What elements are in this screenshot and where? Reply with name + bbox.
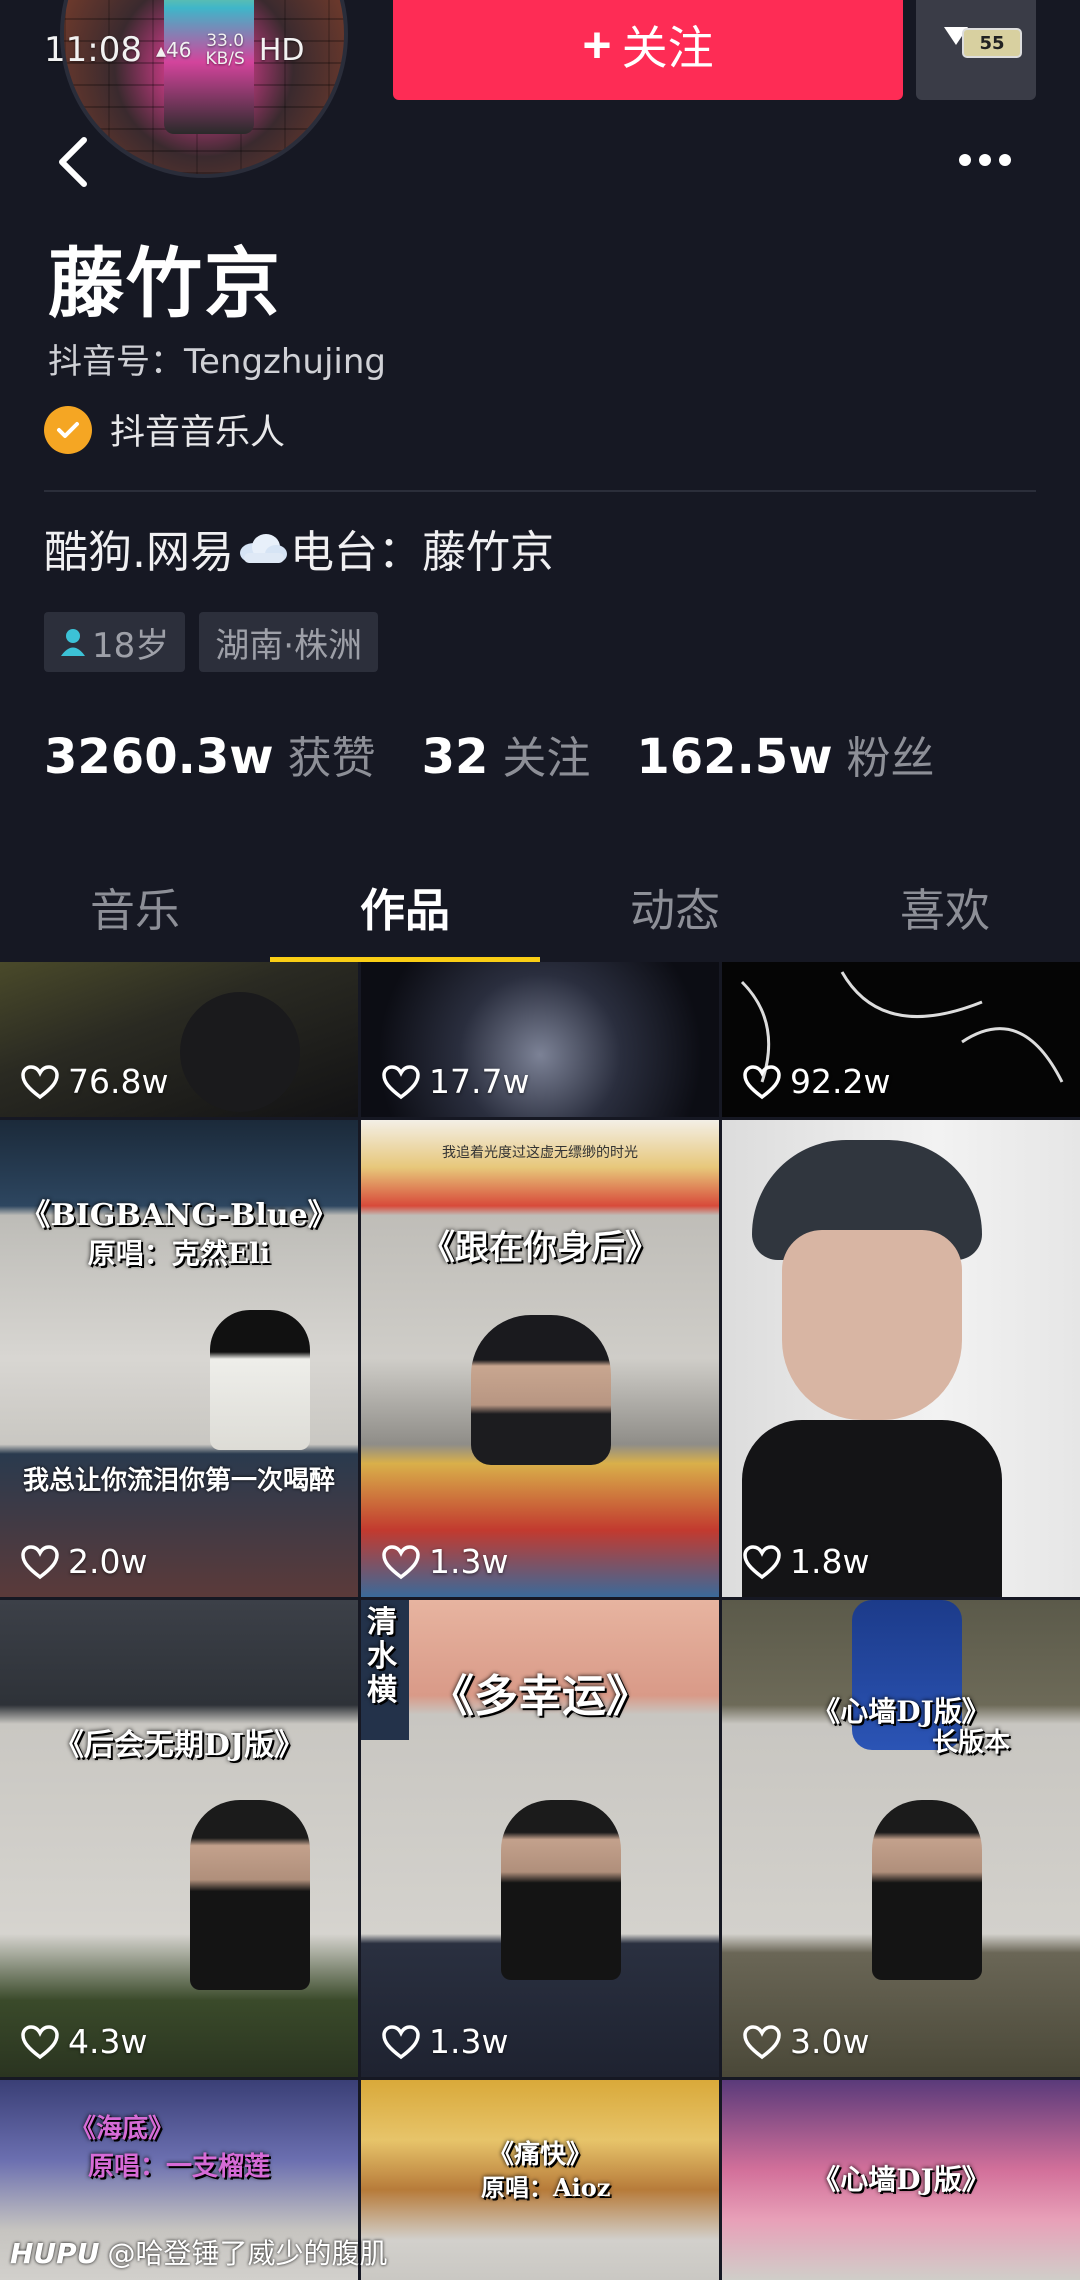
video-caption: 《跟在你身后》: [421, 1228, 659, 1268]
back-button[interactable]: [50, 132, 100, 192]
likes-count: 92.2w: [742, 1062, 890, 1101]
profile-name: 藤竹京: [48, 239, 282, 328]
profile-tags: 18岁 湖南·株洲: [44, 612, 379, 672]
heart-icon: [382, 2024, 420, 2059]
video-caption: 《后会无期DJ版》: [53, 1728, 305, 1763]
tab-music[interactable]: 音乐: [0, 850, 270, 962]
heart-icon: [743, 2024, 781, 2059]
video-caption: 原唱：一支榴莲: [87, 2152, 270, 2182]
video-caption: 《心墙DJ版》: [812, 2163, 990, 2196]
follow-button[interactable]: + 关注: [393, 0, 903, 100]
stat-following[interactable]: 32 关注: [422, 722, 591, 786]
heart-icon: [21, 2024, 59, 2059]
recommend-toggle-button[interactable]: 55: [916, 0, 1036, 100]
dot: [979, 154, 991, 166]
verification: 抖音音乐人: [44, 404, 285, 455]
video-thumbnail[interactable]: 《心墙DJ版》: [722, 2080, 1080, 2280]
likes-count: 4.3w: [20, 2022, 147, 2061]
heart-icon: [21, 1064, 59, 1099]
video-thumbnail[interactable]: 76.8w: [0, 962, 358, 1117]
bio: 酷狗.网易 电台：藤竹京: [44, 516, 554, 580]
age-label: 18岁: [92, 625, 170, 666]
location-tag: 湖南·株洲: [199, 612, 379, 672]
verify-label: 抖音音乐人: [110, 413, 286, 453]
video-caption: 《BIGBANG-Blue》: [20, 1198, 338, 1233]
follow-label: 关注: [621, 22, 714, 74]
watermark: HUPU @哈登锤了威少的腹肌: [10, 2232, 387, 2272]
douyin-id: 抖音号：Tengzhujing: [48, 342, 387, 382]
likes-count: 1.3w: [381, 2022, 508, 2061]
more-options-button[interactable]: [950, 140, 1020, 180]
hd-indicator: HD: [258, 32, 305, 68]
video-caption: 《痛快》: [487, 2140, 592, 2170]
heart-icon: [21, 1544, 59, 1579]
heart-icon: [382, 1544, 420, 1579]
video-thumbnail[interactable]: 92.2w: [722, 962, 1080, 1117]
bio-prefix: 酷狗.网易: [44, 527, 234, 578]
chevron-left-icon: [59, 137, 87, 187]
video-caption: 我总让你流泪你第一次喝醉: [22, 1466, 335, 1496]
video-thumbnail[interactable]: 《痛快》 原唱：Aioz: [361, 2080, 719, 2280]
check-badge-icon: [44, 405, 92, 454]
network-speed: 33.0 KB/S: [205, 31, 245, 69]
likes-count: 76.8w: [20, 1062, 168, 1101]
heart-icon: [743, 1064, 781, 1099]
stats-row: 3260.3w 获赞 32 关注 162.5w 粉丝: [44, 722, 935, 786]
tab-works[interactable]: 作品: [270, 850, 540, 962]
battery-indicator: 55: [962, 28, 1022, 58]
likes-count: 1.8w: [742, 1542, 869, 1581]
signal-icon: ▴46: [155, 38, 192, 62]
video-thumbnail[interactable]: 17.7w: [361, 962, 719, 1117]
age-tag: 18岁: [44, 612, 186, 672]
video-thumbnail[interactable]: 《BIGBANG-Blue》 原唱：克然Eli 我总让你流泪你第一次喝醉 2.0…: [0, 1120, 358, 1597]
video-caption: 《多幸运》: [430, 1671, 650, 1722]
cloud-icon: [240, 534, 287, 563]
dot: [999, 154, 1011, 166]
watermark-text: @哈登锤了威少的腹肌: [107, 2237, 388, 2270]
heart-icon: [743, 1544, 781, 1579]
video-thumbnail[interactable]: 《后会无期DJ版》 4.3w: [0, 1600, 358, 2077]
plus-icon: +: [582, 17, 612, 73]
video-thumbnail[interactable]: 《心墙DJ版》 长版本 3.0w: [722, 1600, 1080, 2077]
video-thumbnail[interactable]: 1.8w: [722, 1120, 1080, 1597]
status-time: 11:08: [44, 30, 142, 70]
bio-suffix: 电台：藤竹京: [290, 527, 554, 578]
video-caption: 原唱：Aioz: [481, 2173, 611, 2202]
video-caption: 长版本: [931, 1728, 1010, 1758]
video-caption: 原唱：克然Eli: [87, 1237, 271, 1270]
likes-count: 2.0w: [20, 1542, 147, 1581]
male-user-icon: [61, 629, 85, 656]
stat-followers[interactable]: 162.5w 粉丝: [636, 722, 934, 786]
video-caption: 我追着光度过这虚无缥缈的时光: [442, 1145, 638, 1161]
video-thumbnail[interactable]: 清水横 《多幸运》 1.3w: [361, 1600, 719, 2077]
divider: [44, 490, 1036, 492]
video-thumbnail[interactable]: 我追着光度过这虚无缥缈的时光 《跟在你身后》 1.3w: [361, 1120, 719, 1597]
profile-tabs: 音乐 作品 动态 喜欢: [0, 850, 1080, 962]
likes-count: 1.3w: [381, 1542, 508, 1581]
dot: [959, 154, 971, 166]
avatar[interactable]: [60, 0, 348, 178]
watermark-logo: HUPU: [10, 2237, 100, 2270]
likes-count: 17.7w: [381, 1062, 529, 1101]
video-caption: 《海底》: [70, 2114, 175, 2144]
stat-likes: 3260.3w 获赞: [44, 729, 376, 785]
likes-count: 3.0w: [742, 2022, 869, 2061]
heart-icon: [382, 1064, 420, 1099]
status-bar: 11:08 ▴46 33.0 KB/S HD: [44, 30, 305, 70]
tab-likes[interactable]: 喜欢: [810, 850, 1080, 962]
tab-activity[interactable]: 动态: [540, 850, 810, 962]
location-label: 湖南·株洲: [215, 625, 363, 666]
